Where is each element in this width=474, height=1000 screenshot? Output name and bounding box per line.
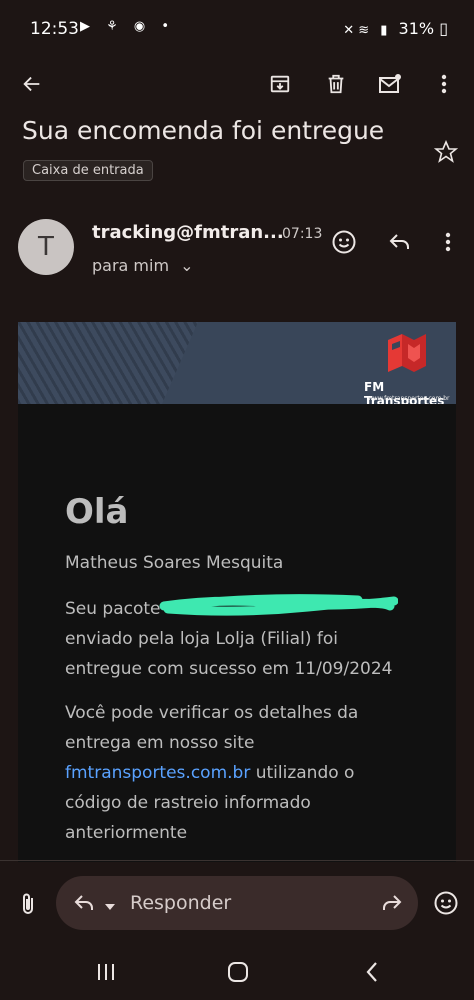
archive-icon[interactable] [260, 64, 300, 104]
recipient-details[interactable]: para mim ⌄ [92, 256, 194, 275]
delete-icon[interactable] [316, 64, 356, 104]
back-arrow-icon[interactable] [12, 64, 52, 104]
status-right: ✕ ≋ ▮ 31% ▯ [343, 19, 448, 38]
notification-icons: ▶ ⚘ ◉ • [80, 19, 176, 34]
reply-icon[interactable] [380, 222, 420, 262]
status-bar: 12:53 ▶ ⚘ ◉ • ✕ ≋ ▮ 31% ▯ [0, 0, 474, 58]
info-line-1: Você pode verificar os detalhes da [65, 703, 359, 723]
system-nav-bar [0, 946, 474, 1000]
reply-placeholder: Responder [130, 892, 232, 914]
battery-level: 31% [398, 19, 435, 38]
info-line-3-rest: utilizando o [250, 763, 355, 783]
recipient-name: Matheus Soares Mesquita [65, 553, 284, 573]
home-icon[interactable] [218, 952, 258, 992]
delivery-line-3: entregue com sucesso em 11/09/2024 [65, 659, 393, 679]
message-more-icon[interactable] [428, 222, 468, 262]
info-line-3: fmtransportes.com.br utilizando o [65, 758, 405, 788]
sender-address[interactable]: tracking@fmtran... [92, 222, 284, 243]
recent-apps-icon[interactable] [86, 952, 126, 992]
reply-divider [0, 860, 474, 861]
site-link[interactable]: fmtransportes.com.br [65, 763, 250, 783]
emoji-icon[interactable] [426, 883, 466, 923]
star-icon[interactable] [426, 132, 466, 172]
brand-url: www.fmtransportes.com.br [368, 395, 450, 402]
fm-logo-icon [388, 334, 426, 372]
top-toolbar [0, 58, 474, 114]
email-subject: Sua encomenda foi entregue [22, 116, 385, 145]
more-vert-icon[interactable] [424, 64, 464, 104]
greeting: Olá [65, 492, 129, 532]
email-body: FM Transportes www.fmtransportes.com.br … [18, 322, 456, 862]
sender-avatar[interactable]: T [18, 219, 74, 275]
chevron-down-icon: ⌄ [180, 256, 194, 275]
status-time: 12:53 [30, 19, 79, 39]
inbox-label-chip[interactable]: Caixa de entrada [23, 160, 153, 181]
forward-icon[interactable] [370, 883, 410, 923]
recipient-label: para mim [92, 256, 170, 275]
signal-icon: ▮ [380, 23, 388, 38]
banner-pattern [18, 322, 198, 404]
attach-icon[interactable] [8, 884, 48, 924]
emoji-react-icon[interactable] [324, 222, 364, 262]
reply-mode-dropdown-icon[interactable] [104, 896, 116, 915]
delivery-line-2: enviado pela loja Lolja (Filial) foi [65, 629, 338, 649]
info-line-5: anteriormente [65, 823, 188, 843]
reply-mode-icon[interactable] [66, 883, 106, 923]
info-line-4: código de rastreio informado [65, 793, 311, 813]
wifi-icon: ✕ ≋ [343, 23, 370, 38]
info-line-2: entrega em nosso site [65, 733, 255, 753]
redaction-scribble [159, 594, 398, 616]
email-time: 07:13 [282, 226, 323, 242]
nav-back-icon[interactable] [352, 952, 392, 992]
brand-banner: FM Transportes www.fmtransportes.com.br [18, 322, 456, 404]
battery-icon: ▯ [439, 19, 448, 38]
mark-unread-icon[interactable] [370, 64, 410, 104]
